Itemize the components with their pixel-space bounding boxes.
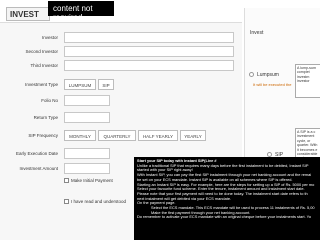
early-execution-date-field[interactable]: [64, 148, 110, 159]
investment-amount-label: Investment Amount: [19, 166, 58, 171]
read-understood-label: I have read and understood: [71, 199, 127, 204]
instant-sip-info-popup: Start your SIP today with instant SIP(Li…: [134, 157, 320, 240]
return-type-label: Return Type: [33, 115, 58, 120]
investment-amount-field[interactable]: [64, 163, 110, 174]
investor-row: Investor: [0, 31, 242, 45]
content-not-required-overlay: content not required: [48, 1, 114, 22]
lumpsum-label: Lumpsum: [257, 72, 279, 78]
read-understood-row[interactable]: I have read and understood: [64, 199, 127, 205]
early-execution-label: Early Execution Date: [15, 151, 58, 156]
return-type-select[interactable]: [64, 112, 110, 123]
make-initial-payment-checkbox[interactable]: [64, 178, 69, 184]
side-panel-invest-label: Invest: [250, 30, 264, 36]
sip-frequency-quarterly[interactable]: QUARTERLY: [98, 130, 136, 141]
popup-line: Do remember to activate your ECS mandate…: [137, 214, 312, 220]
lumpsum-radio[interactable]: [249, 72, 254, 77]
investment-type-sip[interactable]: SIP: [98, 79, 114, 90]
make-initial-payment-row[interactable]: Make Initial Payment: [64, 178, 113, 184]
investment-type-lumpsum[interactable]: LUMPSUM: [64, 79, 96, 90]
sip-frequency-half-yearly[interactable]: HALF YEARLY: [138, 130, 178, 141]
lumpsum-callout: A lump-sum complet investm investor: [295, 64, 320, 98]
folio-select[interactable]: [64, 95, 110, 106]
investor-field[interactable]: [64, 32, 234, 43]
second-investor-field[interactable]: [64, 46, 234, 57]
third-investor-field[interactable]: [64, 60, 234, 71]
read-understood-checkbox[interactable]: [64, 199, 69, 205]
folio-row: Folio No: [0, 94, 242, 108]
folio-label: Folio No: [41, 98, 58, 103]
investment-type-row: Investment Type LUMPSUM SIP: [0, 78, 242, 92]
sip-frequency-row: SIP Frequency MONTHLY QUARTERLY HALF YEA…: [0, 129, 242, 143]
sip-frequency-monthly[interactable]: MONTHLY: [64, 130, 96, 141]
investment-type-label: Investment Type: [25, 82, 58, 87]
return-type-row: Return Type: [0, 111, 242, 125]
lumpsum-note: It will be executed the: [253, 82, 292, 87]
second-investor-label: Second Investor: [25, 49, 58, 54]
investor-label: Investor: [41, 35, 58, 40]
invest-tab[interactable]: INVEST: [6, 7, 50, 21]
sip-frequency-label: SIP Frequency: [28, 133, 58, 138]
make-initial-payment-label: Make Initial Payment: [71, 178, 113, 183]
sip-frequency-yearly[interactable]: YEARLY: [180, 130, 206, 141]
second-investor-row: Second Investor: [0, 45, 242, 59]
third-investor-label: Third Investor: [30, 63, 58, 68]
third-investor-row: Third Investor: [0, 59, 242, 73]
